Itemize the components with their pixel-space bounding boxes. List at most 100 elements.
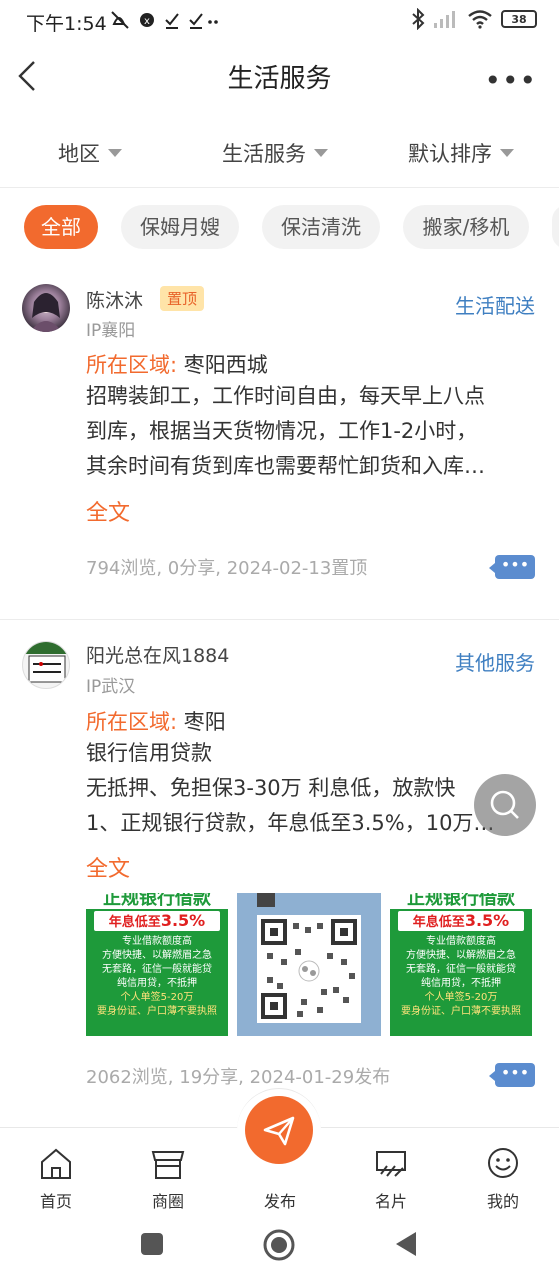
post-line: 1、正规银行贷款，年息低至3.5%，10万… — [86, 811, 495, 835]
system-nav-bar — [0, 1210, 559, 1280]
post-line: 银行信用贷款 — [86, 741, 212, 765]
bluetooth-icon — [412, 8, 425, 30]
ad-rate-prefix: 年息低至 — [412, 915, 465, 930]
wifi-icon — [468, 10, 492, 29]
nav-home[interactable]: 首页 — [16, 1146, 96, 1212]
post-meta: 794浏览, 0分享, 2024-02-13置顶 — [86, 558, 368, 579]
ad-line: 方便快捷、以解燃眉之急 — [406, 950, 516, 961]
notification-icons: x — [110, 8, 220, 37]
ad-line: 个人单签5-20万 — [424, 992, 498, 1003]
filter-service[interactable]: 生活服务 — [222, 138, 328, 168]
ad-image[interactable]: 正规银行借款 年息低至3.5% 专业借款额度高 方便快捷、以解燃眉之急 无套路，… — [86, 893, 228, 1036]
ad-line: 方便快捷、以解燃眉之急 — [102, 950, 212, 961]
back-triangle-icon[interactable] — [394, 1230, 418, 1258]
post-images: 正规银行借款 年息低至3.5% 专业借款额度高 方便快捷、以解燃眉之急 无套路，… — [86, 893, 532, 1036]
chevron-down-icon — [314, 149, 328, 157]
category-chips: 全部 保姆月嫂 保洁清洗 搬家/移机 — [0, 205, 559, 249]
post-line: 招聘装卸工，工作时间自由，每天早上八点 — [86, 384, 485, 408]
comment-icon[interactable]: ••• — [489, 555, 535, 579]
ad-rate: 年息低至3.5% — [398, 911, 524, 931]
filter-sort[interactable]: 默认排序 — [408, 138, 514, 168]
nav-home-label: 首页 — [39, 1192, 72, 1211]
nav-business-label: 商圈 — [151, 1192, 184, 1211]
filter-service-label: 生活服务 — [222, 142, 306, 166]
post-category-link[interactable]: 其他服务 — [455, 647, 535, 676]
nav-card-label: 名片 — [374, 1192, 407, 1211]
nav-publish-label-wrap[interactable]: 发布 — [240, 1184, 320, 1212]
filter-sort-label: 默认排序 — [408, 142, 492, 166]
chevron-down-icon — [108, 149, 122, 157]
battery-icon: 38 — [501, 10, 537, 28]
home-circle-icon[interactable] — [262, 1228, 296, 1262]
ad-headline: 正规银行借款 — [86, 893, 228, 909]
status-bar: 下午1:54 x 38 — [0, 0, 559, 42]
region-label: 所在区域: — [86, 353, 178, 377]
ad-line: 个人单签5-20万 — [120, 992, 194, 1003]
ad-line: 纯信用贷，不抵押 — [421, 978, 501, 989]
chip-all[interactable]: 全部 — [24, 205, 98, 249]
nav-mine[interactable]: 我的 — [463, 1146, 543, 1212]
qr-code-image[interactable] — [237, 893, 381, 1036]
post-region: 所在区域: 枣阳西城 — [86, 349, 268, 379]
ad-line: 专业借款额度高 — [426, 936, 496, 947]
poster-ip: IP襄阳 — [86, 321, 136, 341]
post-line: 到库，根据当天货物情况，工作1-2小时， — [86, 419, 478, 443]
chevron-down-icon — [500, 149, 514, 157]
ad-line: 无套路，征信一般就能贷 — [406, 964, 516, 975]
avatar[interactable] — [22, 641, 70, 689]
read-full-link[interactable]: 全文 — [86, 851, 130, 883]
post-line: 其余时间有货到库也需要帮忙卸货和入库… — [86, 454, 485, 478]
ad-line: 要身份证、户口薄不要执照 — [97, 1006, 217, 1017]
ad-line: 要身份证、户口薄不要执照 — [401, 1006, 521, 1017]
poster-ip: IP武汉 — [86, 677, 136, 697]
region-label: 所在区域: — [86, 710, 178, 734]
poster-name[interactable]: 阳光总在风1884 — [86, 641, 229, 668]
page-title: 生活服务 — [227, 64, 332, 94]
svg-text:x: x — [144, 16, 156, 27]
ad-line: 无套路，征信一般就能贷 — [102, 964, 212, 975]
post-region: 所在区域: 枣阳 — [86, 706, 226, 736]
smiley-icon — [488, 1148, 518, 1178]
read-full-link[interactable]: 全文 — [86, 495, 130, 527]
nav-publish-label: 发布 — [263, 1192, 296, 1211]
post-category-link[interactable]: 生活配送 — [455, 290, 535, 319]
status-time: 下午1:54 — [26, 13, 107, 35]
ad-headline: 正规银行借款 — [390, 893, 532, 909]
comment-icon[interactable]: ••• — [489, 1063, 535, 1087]
post-content: 银行信用贷款 无抵押、免担保3-30万 利息低，放款快 1、正规银行贷款，年息低… — [86, 736, 536, 841]
post-card[interactable]: 阳光总在风1884 IP武汉 其他服务 所在区域: 枣阳 银行信用贷款 无抵押、… — [0, 627, 559, 1097]
nav-mine-label: 我的 — [486, 1192, 519, 1211]
post-line: 无抵押、免担保3-30万 利息低，放款快 — [86, 776, 456, 800]
filter-bar: 地区 生活服务 默认排序 — [0, 118, 559, 188]
region-value: 枣阳西城 — [183, 353, 268, 377]
chip-more[interactable] — [552, 205, 559, 249]
ad-rate-value: 3.5% — [160, 911, 206, 930]
recent-apps-icon[interactable] — [141, 1233, 163, 1255]
floating-search-button[interactable] — [474, 774, 536, 836]
chip-cleaning[interactable]: 保洁清洗 — [262, 205, 380, 249]
poster-name[interactable]: 陈沐沐 — [86, 286, 143, 313]
nav-business[interactable]: 商圈 — [128, 1146, 208, 1212]
nav-card[interactable]: 名片 — [351, 1146, 431, 1212]
ad-line: 专业借款额度高 — [122, 936, 192, 947]
send-plane-icon — [263, 1116, 295, 1146]
filter-region-label: 地区 — [58, 142, 100, 166]
search-icon — [490, 790, 519, 819]
post-card[interactable]: 陈沐沐 置顶 IP襄阳 生活配送 所在区域: 枣阳西城 招聘装卸工，工作时间自由… — [0, 270, 559, 620]
pinned-badge: 置顶 — [160, 286, 205, 311]
ad-line: 纯信用贷，不抵押 — [117, 978, 197, 989]
publish-button[interactable] — [245, 1096, 313, 1164]
chip-moving[interactable]: 搬家/移机 — [403, 205, 529, 249]
filter-region[interactable]: 地区 — [58, 138, 122, 168]
ad-rate: 年息低至3.5% — [94, 911, 220, 931]
ad-image[interactable]: 正规银行借款 年息低至3.5% 专业借款额度高 方便快捷、以解燃眉之急 无套路，… — [390, 893, 532, 1036]
more-options-icon[interactable]: ••• — [484, 64, 537, 97]
divider — [0, 619, 559, 620]
chip-nanny[interactable]: 保姆月嫂 — [121, 205, 239, 249]
post-meta: 2062浏览, 19分享, 2024-01-29发布 — [86, 1067, 391, 1088]
signal-icon — [434, 11, 455, 28]
business-card-icon — [376, 1151, 406, 1177]
store-icon — [151, 1151, 185, 1179]
header: 生活服务 ••• — [0, 42, 559, 110]
avatar[interactable] — [22, 284, 70, 332]
